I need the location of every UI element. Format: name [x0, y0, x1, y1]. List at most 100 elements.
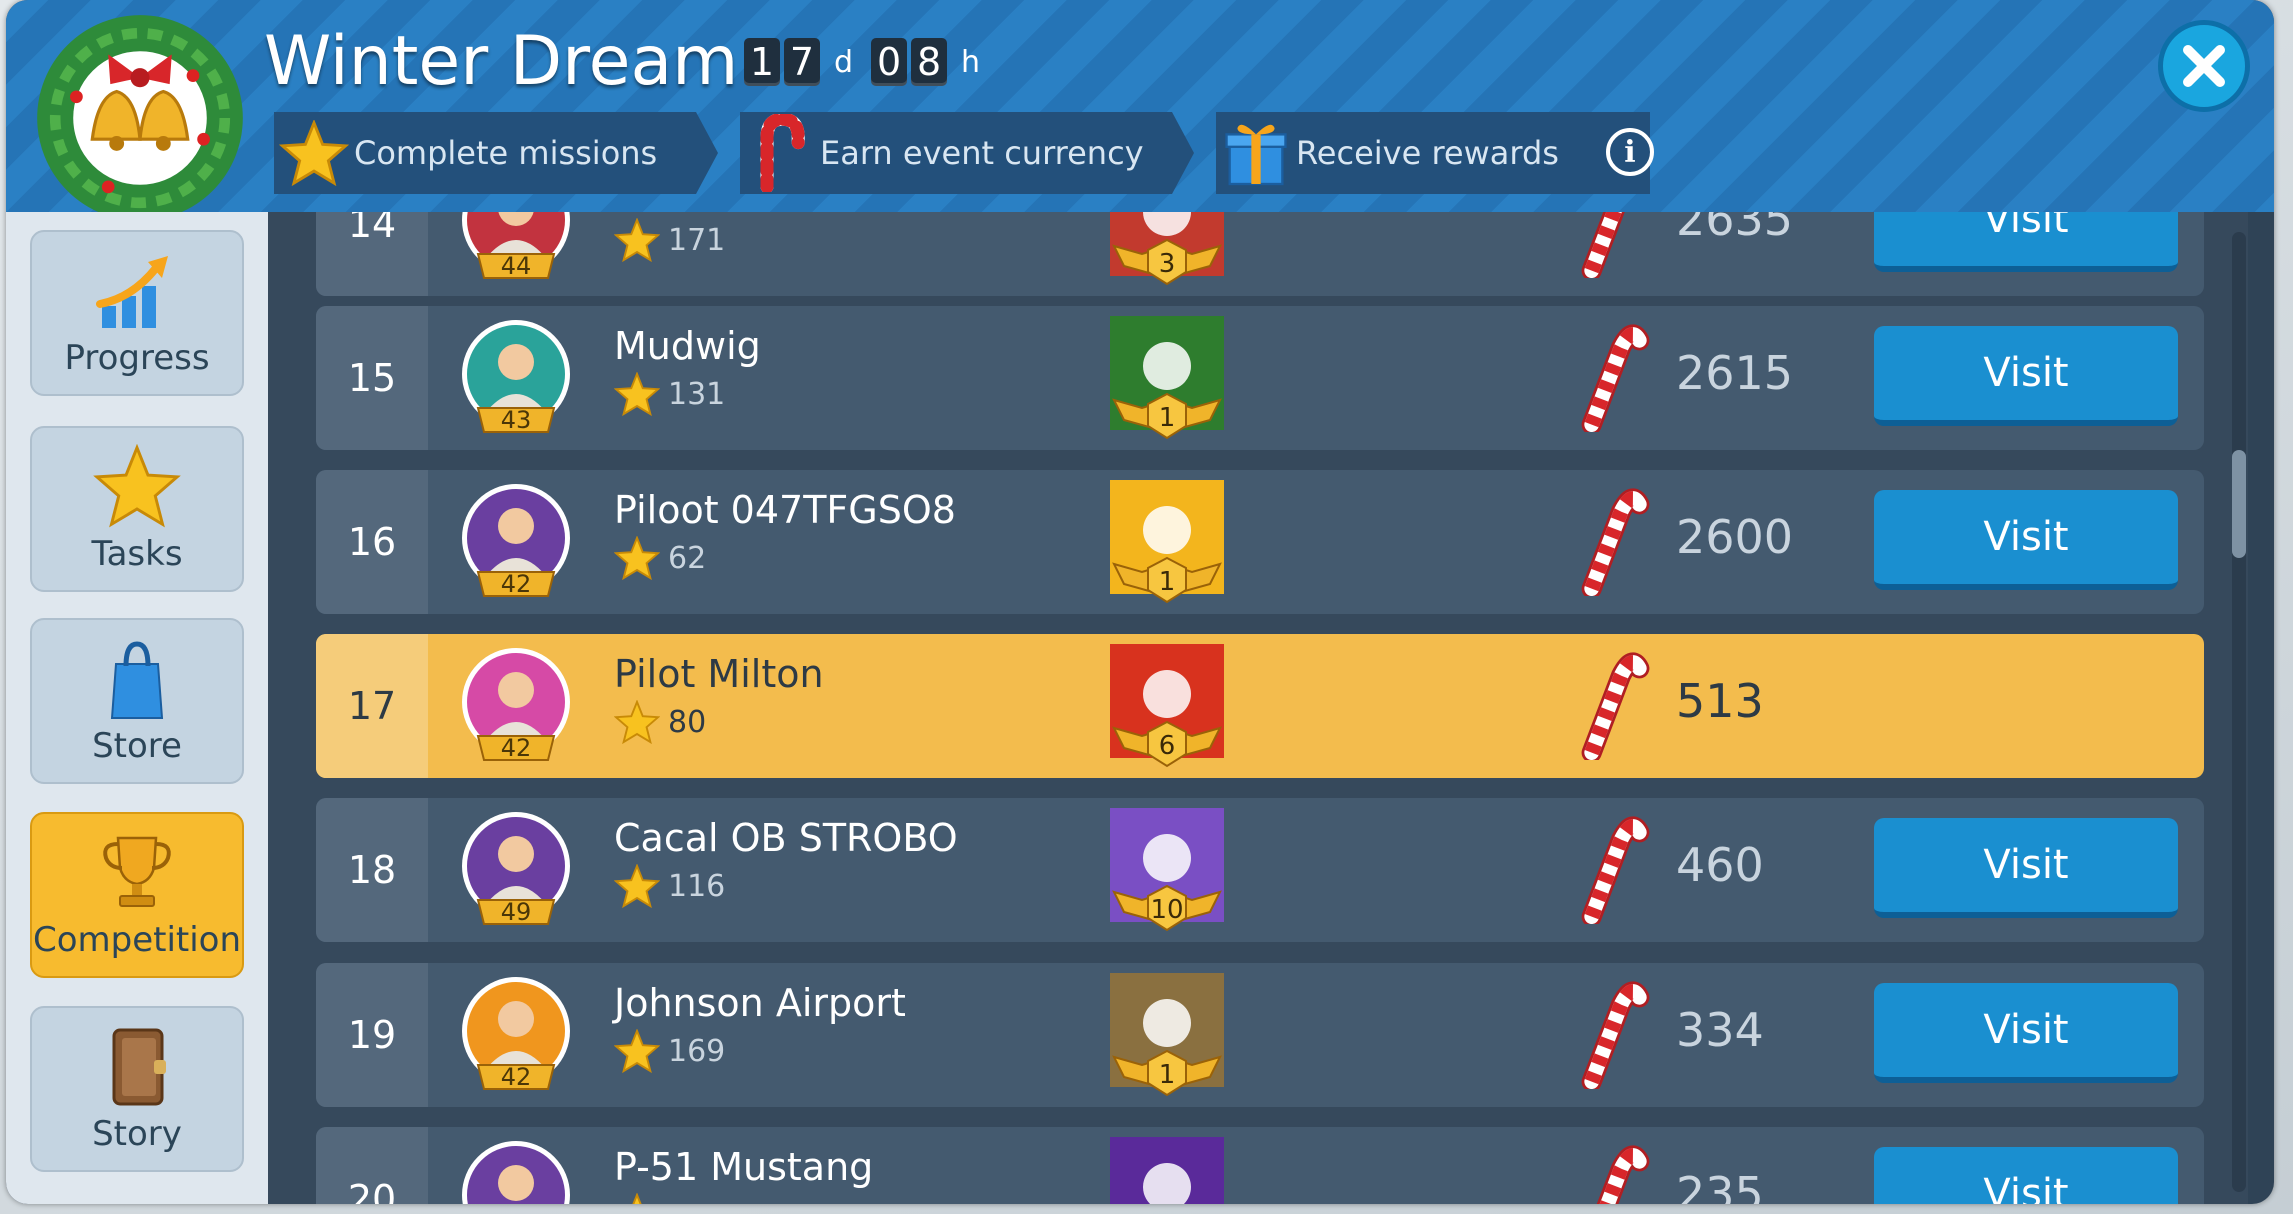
info-button[interactable]: i	[1606, 128, 1654, 176]
star-count: 169	[668, 1033, 726, 1069]
star-icon	[632, 1193, 642, 1204]
event-points: 2615	[1676, 346, 1794, 400]
event-points: 2600	[1676, 510, 1794, 564]
candy-cane-icon	[1581, 324, 1650, 432]
airline-badge-icon: 1	[1110, 316, 1224, 440]
sidebar-item-progress[interactable]: Progress	[30, 230, 244, 396]
sidebar-item-label: Competition	[32, 920, 242, 960]
leaderboard-list[interactable]: 14 44 171 3 2635 Visit 15 43 Mudwig 131 1 2615 Visit…	[268, 212, 2248, 1204]
candy-cane-icon	[1596, 1145, 1650, 1204]
sidebar-item-tasks[interactable]: Tasks	[30, 426, 244, 592]
sidebar-item-label: Tasks	[91, 534, 183, 574]
event-header: Winter Dream 1 7 d 0 8 h Complete missio…	[6, 0, 2274, 221]
candy-cane-icon	[1581, 816, 1650, 924]
player-name: Pilot Milton	[614, 652, 824, 696]
player-level: 42	[501, 1063, 532, 1091]
player-stars: 171	[614, 218, 725, 262]
leaderboard-row: 16 42 Piloot 047TFGSO8 62 1 2600 Visit	[316, 470, 2204, 614]
rank-number: 20	[316, 1127, 428, 1204]
visit-button[interactable]: Visit	[1874, 326, 2178, 426]
star-icon	[614, 372, 660, 416]
airline-badge-icon: 6	[1110, 644, 1224, 768]
badge-level: 10	[1150, 895, 1183, 925]
event-title: Winter Dream	[264, 22, 739, 101]
player-name: Johnson Airport	[614, 981, 906, 1025]
event-points: 334	[1676, 1003, 1764, 1057]
visit-button[interactable]: Visit	[1874, 983, 2178, 1083]
candy-cane-icon	[1581, 212, 1625, 278]
player-level: 42	[501, 734, 532, 762]
player-avatar: 43	[462, 320, 570, 434]
star-count: 171	[668, 222, 726, 258]
player-stars: 116	[614, 864, 725, 908]
player-level: 43	[501, 406, 532, 434]
sidebar-item-story[interactable]: Story	[30, 1006, 244, 1172]
timer-digit: 0	[871, 38, 908, 86]
sidebar-item-label: Progress	[64, 338, 210, 378]
timer-hours-unit: h	[961, 44, 981, 80]
player-stars: 169	[614, 1029, 725, 1073]
visit-button[interactable]: Visit	[1874, 490, 2178, 590]
airline-badge-icon: 3	[1110, 212, 1224, 286]
star-icon	[614, 218, 660, 262]
star-icon	[614, 1029, 660, 1073]
rank-number: 14	[316, 212, 428, 296]
rank-number: 15	[316, 306, 428, 450]
timer-digit: 7	[784, 38, 820, 86]
player-stars: 131	[614, 372, 725, 416]
step-earn-currency: Earn event currency	[740, 112, 1194, 194]
player-name: Cacal OB STROBO	[614, 816, 958, 860]
visit-button[interactable]: Visit	[1874, 212, 2178, 272]
player-avatar: 42	[462, 977, 570, 1091]
step-receive-rewards: Receive rewards	[1216, 112, 1650, 194]
player-name: Mudwig	[614, 324, 761, 368]
star-icon	[614, 864, 660, 908]
star-count: 80	[668, 704, 707, 740]
visit-button[interactable]: Visit	[1874, 818, 2178, 918]
rank-number: 16	[316, 470, 428, 614]
step-complete-missions: Complete missions	[274, 112, 718, 194]
star-icon	[614, 536, 660, 580]
player-name: Piloot 047TFGSO8	[614, 488, 956, 532]
player-avatar: 42	[462, 648, 570, 762]
event-points: 460	[1676, 838, 1764, 892]
star-count: 131	[668, 376, 726, 412]
player-stars: 80	[614, 700, 706, 744]
star-count: 62	[668, 540, 707, 576]
airline-badge-icon: 10	[1110, 808, 1224, 932]
scrollbar-thumb[interactable]	[2232, 450, 2246, 558]
shopping-bag-icon	[110, 641, 164, 719]
progress-chart-icon	[96, 256, 168, 328]
step-label: Receive rewards	[1296, 134, 1559, 172]
close-button[interactable]	[2158, 20, 2250, 112]
badge-level: 1	[1159, 1060, 1176, 1090]
leaderboard-row: 18 49 Cacal OB STROBO 116 10 460 Visit	[316, 798, 2204, 942]
badge-level: 3	[1159, 249, 1176, 279]
player-level: 44	[501, 252, 532, 280]
player-level: 49	[501, 898, 532, 926]
leaderboard-row: 20 P-51 Mustang 235 Visit	[316, 1127, 2204, 1204]
scrollbar[interactable]	[2232, 232, 2246, 1192]
candy-cane-icon	[752, 114, 808, 192]
leaderboard-row: 15 43 Mudwig 131 1 2615 Visit	[316, 306, 2204, 450]
sidebar-item-store[interactable]: Store	[30, 618, 244, 784]
visit-button[interactable]: Visit	[1874, 1147, 2178, 1204]
sidebar: Progress Tasks Store Competition Story	[6, 212, 268, 1204]
close-icon	[2183, 45, 2225, 87]
christmas-wreath-icon	[37, 15, 243, 221]
rank-number: 17	[316, 634, 428, 778]
sidebar-item-label: Store	[92, 726, 182, 766]
sidebar-item-competition[interactable]: Competition	[30, 812, 244, 978]
gift-icon	[1225, 124, 1287, 186]
event-points: 2635	[1676, 212, 1794, 246]
step-label: Earn event currency	[820, 134, 1144, 172]
leaderboard-row: 14 44 171 3 2635 Visit	[316, 212, 2204, 296]
event-steps: Complete missions Earn event currency Re…	[274, 112, 1650, 194]
leaderboard-row: 19 42 Johnson Airport 169 1 334 Visit	[316, 963, 2204, 1107]
player-avatar: 49	[462, 812, 570, 926]
timer-digit: 8	[911, 38, 948, 86]
player-name: P-51 Mustang	[614, 1145, 874, 1189]
player-avatar: 42	[462, 484, 570, 598]
timer-digit: 1	[744, 38, 780, 86]
leaderboard-row-player: 17 42 Pilot Milton 80 6 513	[316, 634, 2204, 778]
